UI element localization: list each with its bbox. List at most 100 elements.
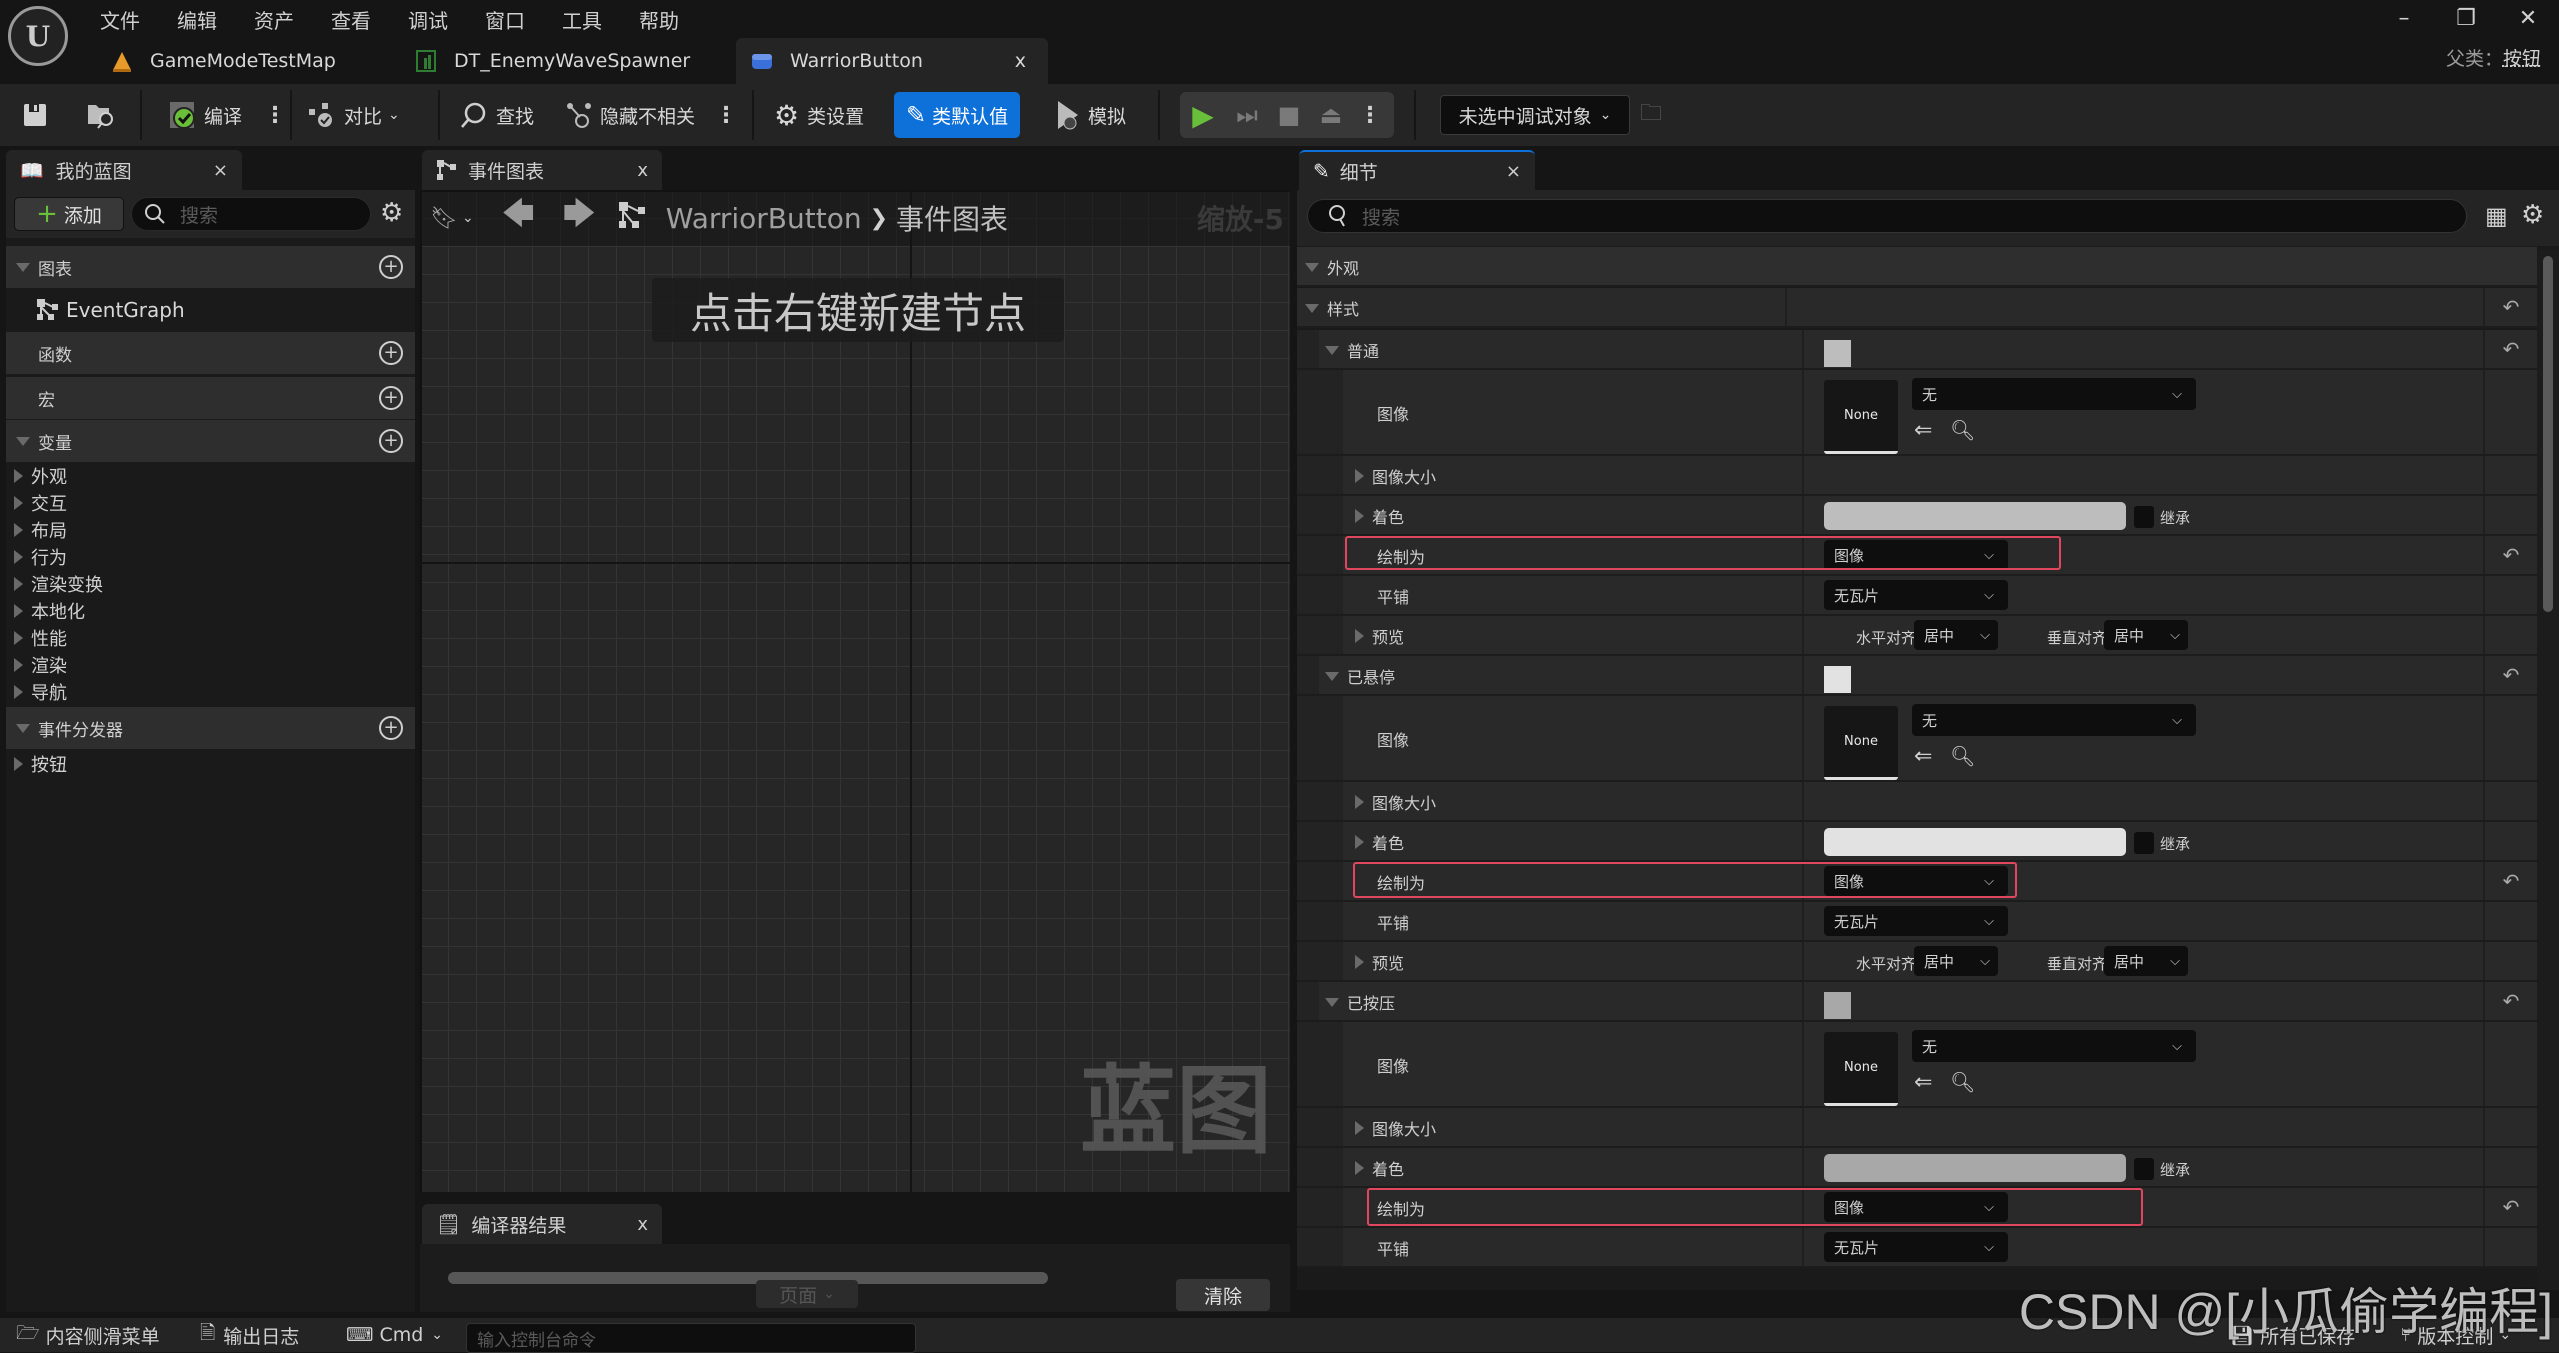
- use-selected-asset-icon[interactable]: ⇐: [1914, 1070, 1932, 1095]
- settings-gear-icon[interactable]: ⚙: [2521, 200, 2544, 230]
- section-graphs[interactable]: 图表 +: [6, 246, 415, 288]
- state-1-header[interactable]: 已悬停 ↶: [1297, 656, 2537, 696]
- panel-tab-my-blueprint[interactable]: 📖 我的蓝图 ×: [6, 150, 242, 190]
- panel-tab-event-graph[interactable]: 事件图表 x: [422, 150, 662, 190]
- property-preview[interactable]: 预览 水平对齐 居中 ⌵ 垂直对齐 居中 ⌵: [1297, 616, 2537, 656]
- variable-category[interactable]: 行为: [14, 543, 67, 570]
- event-graph-item[interactable]: EventGraph: [36, 290, 415, 330]
- close-tab-button[interactable]: x: [1015, 50, 1026, 72]
- property-draw-as[interactable]: 绘制为 图像 ⌵ ↶: [1297, 862, 2537, 902]
- browse-asset-icon[interactable]: 🔍︎: [1950, 744, 1975, 768]
- forward-arrow-icon[interactable]: 🡆: [563, 191, 596, 245]
- variable-category[interactable]: 本地化: [14, 597, 85, 624]
- find-button[interactable]: 查找: [460, 92, 534, 138]
- step-button[interactable]: ⏭: [1226, 101, 1268, 129]
- add-button[interactable]: + 添加: [14, 197, 124, 231]
- variable-category[interactable]: 布局: [14, 516, 67, 543]
- hide-unrelated-button[interactable]: 隐藏不相关 ⋮: [566, 92, 737, 138]
- debug-object-select[interactable]: 未选中调试对象 ⌄: [1440, 95, 1630, 135]
- property-tint[interactable]: 着色 继承: [1297, 822, 2537, 862]
- property-matrix-icon[interactable]: ▦: [2485, 202, 2508, 230]
- reset-to-default-icon[interactable]: ↶: [2483, 330, 2537, 368]
- add-macro-icon[interactable]: +: [379, 386, 403, 410]
- debug-browse-button[interactable]: 🗀: [1640, 92, 1662, 138]
- stop-button[interactable]: ■: [1268, 101, 1310, 129]
- property-image-size[interactable]: 图像大小: [1297, 782, 2537, 822]
- simulate-button[interactable]: 模拟: [1056, 92, 1126, 138]
- restore-button[interactable]: ❐: [2435, 6, 2497, 31]
- tint-color-bar[interactable]: [1824, 1154, 2126, 1182]
- property-tiling[interactable]: 平铺 无瓦片 ⌵: [1297, 576, 2537, 616]
- dispatcher-category[interactable]: 按钮: [14, 750, 67, 777]
- tiling-combo[interactable]: 无瓦片 ⌵: [1824, 1232, 2008, 1262]
- eject-button[interactable]: ⏏: [1310, 101, 1352, 129]
- property-tint[interactable]: 着色 继承: [1297, 1148, 2537, 1188]
- state-color-swatch[interactable]: [1824, 340, 1851, 367]
- image-thumbnail[interactable]: None: [1824, 706, 1898, 780]
- add-function-icon[interactable]: +: [379, 341, 403, 365]
- variable-category[interactable]: 交互: [14, 489, 67, 516]
- section-macros[interactable]: 宏 +: [6, 377, 415, 419]
- variable-category[interactable]: 渲染: [14, 651, 67, 678]
- menu-debug[interactable]: 调试: [408, 5, 448, 34]
- category-appearance[interactable]: 外观: [1297, 247, 2537, 287]
- page-dropdown[interactable]: 页面 ⌄: [756, 1280, 858, 1308]
- doc-tab-dt-enemywavespawner[interactable]: DT_EnemyWaveSpawner: [400, 38, 730, 84]
- property-style[interactable]: 样式 ↶: [1297, 288, 2537, 328]
- reset-to-default-icon[interactable]: ↶: [2483, 982, 2537, 1020]
- use-selected-asset-icon[interactable]: ⇐: [1914, 744, 1932, 769]
- diff-button[interactable]: 对比 ⌄: [308, 92, 400, 138]
- image-asset-combo[interactable]: 无 ⌵: [1912, 378, 2196, 410]
- compile-button[interactable]: 编译 ⋮: [168, 92, 286, 138]
- state-2-header[interactable]: 已按压 ↶: [1297, 982, 2537, 1022]
- image-asset-combo[interactable]: 无 ⌵: [1912, 1030, 2196, 1062]
- panel-tab-compiler-results[interactable]: 🗒 编译器结果 x: [422, 1204, 662, 1244]
- tiling-combo[interactable]: 无瓦片 ⌵: [1824, 906, 2008, 936]
- property-image-size[interactable]: 图像大小: [1297, 456, 2537, 496]
- state-color-swatch[interactable]: [1824, 666, 1851, 693]
- inherit-checkbox[interactable]: [2134, 832, 2154, 854]
- property-preview[interactable]: 预览 水平对齐 居中 ⌵ 垂直对齐 居中 ⌵: [1297, 942, 2537, 982]
- reset-to-default-icon[interactable]: ↶: [2483, 862, 2537, 900]
- console-command-input[interactable]: 输入控制台命令: [466, 1323, 916, 1353]
- draw-as-combo[interactable]: 图像 ⌵: [1824, 866, 2008, 896]
- image-thumbnail[interactable]: None: [1824, 1032, 1898, 1106]
- draw-as-combo[interactable]: 图像 ⌵: [1824, 1192, 2008, 1222]
- back-arrow-icon[interactable]: 🡄: [502, 191, 535, 245]
- save-button[interactable]: [22, 92, 48, 138]
- reset-to-default-icon[interactable]: ↶: [2483, 536, 2537, 574]
- inherit-checkbox[interactable]: [2134, 506, 2154, 528]
- play-button[interactable]: ▶: [1180, 99, 1226, 132]
- parent-class-link[interactable]: 按钮: [2503, 48, 2541, 70]
- cmd-dropdown[interactable]: ⌨ Cmd ⌄: [346, 1318, 443, 1352]
- details-search-input[interactable]: 搜索: [1307, 199, 2467, 233]
- valign-combo[interactable]: 居中 ⌵: [2104, 946, 2188, 976]
- section-event-dispatchers[interactable]: 事件分发器 +: [6, 707, 415, 749]
- state-color-swatch[interactable]: [1824, 992, 1851, 1019]
- panel-tab-details[interactable]: ✎ 细节 ×: [1299, 150, 1535, 190]
- hide-unrelated-options-icon[interactable]: ⋮: [715, 103, 737, 128]
- inherit-checkbox[interactable]: [2134, 1158, 2154, 1180]
- property-image-size[interactable]: 图像大小: [1297, 1108, 2537, 1148]
- tint-color-bar[interactable]: [1824, 828, 2126, 856]
- scrollbar-thumb[interactable]: [2543, 256, 2553, 612]
- breadcrumb-root[interactable]: WarriorButton: [666, 202, 862, 235]
- class-defaults-button[interactable]: ✎ 类默认值: [894, 92, 1021, 138]
- close-window-button[interactable]: ✕: [2497, 6, 2559, 31]
- property-draw-as[interactable]: 绘制为 图像 ⌵ ↶: [1297, 1188, 2537, 1228]
- menu-edit[interactable]: 编辑: [177, 5, 217, 34]
- play-options-icon[interactable]: ⋮: [1352, 103, 1388, 128]
- add-variable-icon[interactable]: +: [379, 429, 403, 453]
- image-thumbnail[interactable]: None: [1824, 380, 1898, 454]
- draw-as-combo[interactable]: 图像 ⌵: [1824, 540, 2008, 570]
- chevron-down-icon[interactable]: ⌄: [462, 210, 474, 226]
- minimize-button[interactable]: –: [2373, 6, 2435, 31]
- reset-to-default-icon[interactable]: ↶: [2483, 1188, 2537, 1226]
- horizontal-scrollbar[interactable]: [448, 1272, 1048, 1284]
- use-selected-asset-icon[interactable]: ⇐: [1914, 418, 1932, 443]
- add-dispatcher-icon[interactable]: +: [379, 716, 403, 740]
- image-asset-combo[interactable]: 无 ⌵: [1912, 704, 2196, 736]
- section-functions[interactable]: 函数 +: [6, 332, 415, 374]
- close-panel-button[interactable]: x: [637, 160, 648, 181]
- browse-asset-icon[interactable]: 🔍︎: [1950, 418, 1975, 442]
